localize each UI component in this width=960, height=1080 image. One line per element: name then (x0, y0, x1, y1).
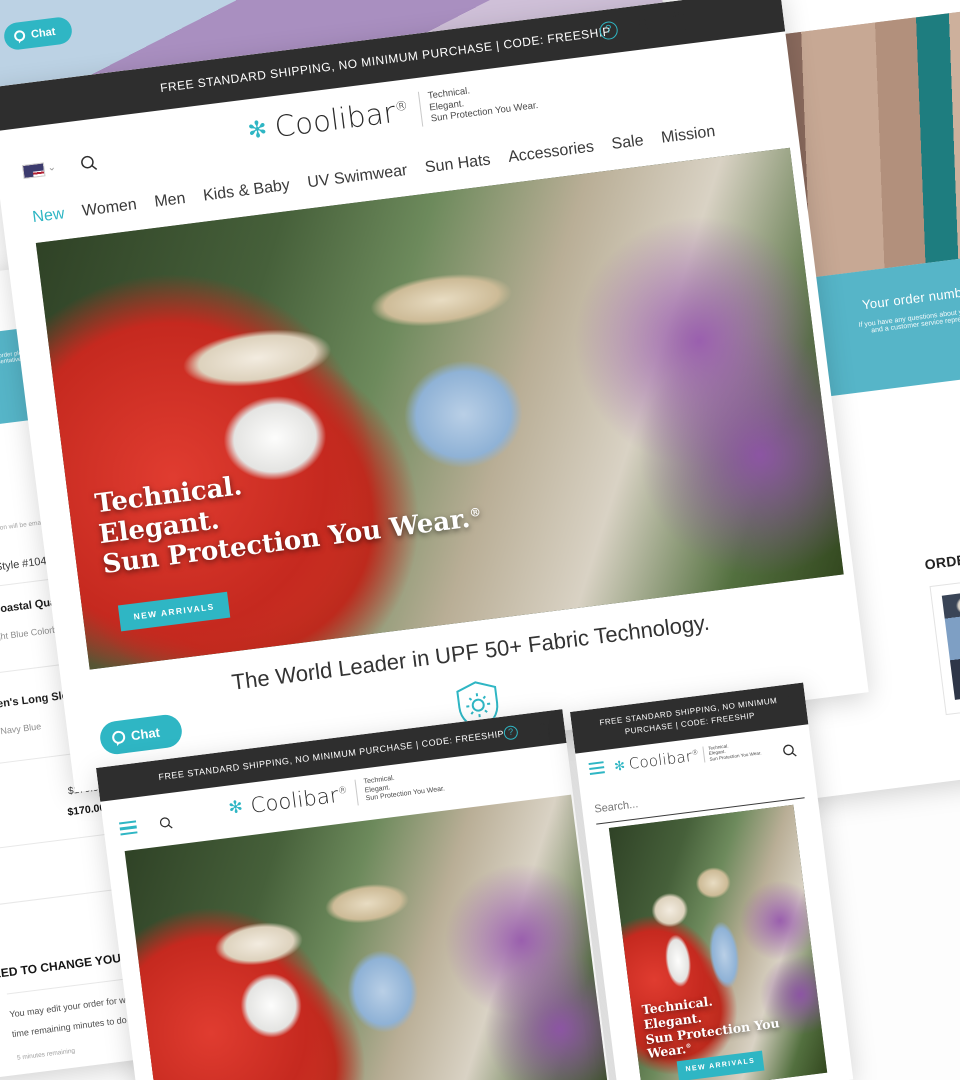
hero-photo (35, 147, 844, 670)
edit-order-timer: 5 minutes remaining (16, 1047, 76, 1062)
nav-item-mission[interactable]: Mission (660, 123, 716, 148)
coolibar-leaf-icon: ✻ (613, 757, 626, 774)
cart-icon[interactable] (778, 692, 794, 710)
brand-tagline: Technical. Elegant. Sun Protection You W… (701, 739, 762, 764)
hamburger-menu-icon[interactable] (119, 820, 138, 836)
nav-item-sun-hats[interactable]: Sun Hats (424, 151, 492, 177)
logo-wordmark: Coolibar (627, 747, 694, 773)
chat-bubble-icon (13, 29, 26, 42)
receipt-item-row: Men's Lumen Hoodie Hoodie UPF 50+ Style:… (929, 548, 960, 716)
chat-label: Chat (130, 724, 161, 744)
order-receipt-heading-row: ORDER RECEIPT (Order #0029359) (924, 529, 960, 574)
registered-mark: ® (691, 748, 700, 758)
country-selector[interactable]: ⌄ (21, 160, 57, 179)
nav-item-kids-baby[interactable]: Kids & Baby (202, 177, 291, 206)
chat-bubble-icon (111, 730, 126, 745)
account-icon[interactable] (632, 15, 653, 36)
utility-icons (778, 692, 794, 710)
registered-mark: ® (337, 784, 349, 797)
nav-item-uv-swimwear[interactable]: UV Swimwear (307, 162, 409, 192)
nav-item-sale[interactable]: Sale (611, 132, 645, 154)
logo-wordmark: Coolibar (272, 95, 398, 145)
country-caret-icon: ⌄ (46, 161, 57, 174)
hero-photo (124, 794, 613, 1080)
brand-tagline: Technical. Elegant. Sun Protection You W… (418, 77, 539, 127)
product-thumbnail (941, 587, 960, 700)
search-icon[interactable] (781, 742, 799, 760)
nav-item-men[interactable]: Men (153, 190, 186, 212)
brand-tagline: Technical. Elegant. Sun Protection You W… (354, 768, 446, 806)
help-icon[interactable]: ? (502, 724, 519, 741)
help-icon[interactable]: ? (598, 19, 619, 41)
us-flag-icon (21, 161, 46, 179)
search-icon[interactable] (79, 153, 100, 174)
edit-order-body-2: time remaining minutes to do so. (11, 1012, 142, 1040)
mockup-stage: Chat ✻ Your order number #0029359 If you… (0, 0, 960, 1080)
hero-banner: Technical. Elegant. Sun Protection You W… (35, 147, 844, 670)
mobile-homepage-window: FREE STANDARD SHIPPING, NO MINIMUM PURCH… (570, 682, 854, 1080)
hamburger-menu-icon[interactable] (588, 761, 605, 775)
nav-item-new[interactable]: New (32, 205, 66, 227)
search-icon[interactable] (158, 815, 175, 832)
order-receipt-heading: ORDER RECEIPT (923, 542, 960, 573)
desktop-homepage-window: FREE STANDARD SHIPPING, NO MINIMUM PURCH… (0, 0, 869, 793)
coolibar-leaf-icon: ✻ (246, 115, 269, 144)
hero-banner: Technical. Elegant. Sun Protection You W… (608, 804, 828, 1080)
nav-item-women[interactable]: Women (81, 196, 138, 221)
coolibar-leaf-icon: ✻ (227, 797, 244, 818)
cart-icon[interactable] (535, 719, 552, 738)
registered-mark: ® (394, 99, 410, 116)
nav-item-accessories[interactable]: Accessories (507, 138, 595, 167)
left-panel-item-2-sub: Color: Navy Blue (0, 721, 42, 739)
chat-label: Chat (30, 25, 57, 41)
tablet-homepage-window: FREE STANDARD SHIPPING, NO MINIMUM PURCH… (96, 709, 615, 1080)
logo-wordmark: Coolibar (249, 782, 340, 818)
cart-icon[interactable] (667, 10, 688, 33)
